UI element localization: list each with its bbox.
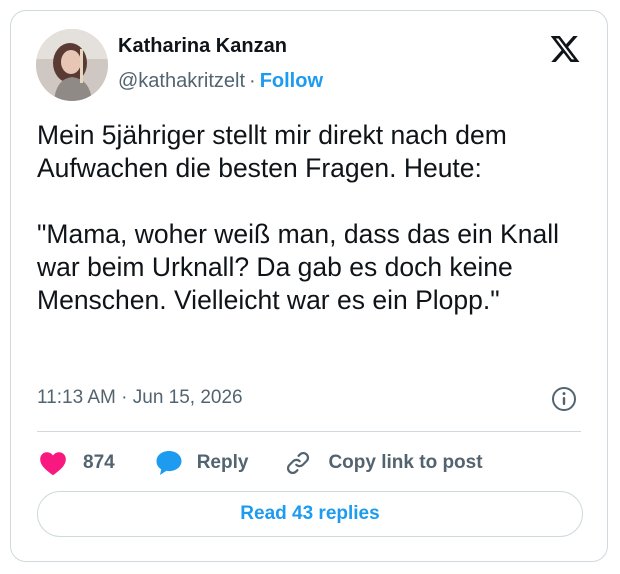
avatar[interactable] xyxy=(36,29,108,101)
like-button[interactable]: 874 xyxy=(39,450,115,476)
avatar-photo xyxy=(36,29,108,101)
tweet-timestamp[interactable]: 11:13 AM · Jun 15, 2026 xyxy=(37,387,243,409)
read-replies-button[interactable]: Read 43 replies xyxy=(37,491,583,537)
copy-link-label: Copy link to post xyxy=(328,452,483,473)
tweet-text: Mein 5jähriger stellt mir direkt nach de… xyxy=(37,120,559,315)
separator-dot: · xyxy=(249,70,256,92)
copy-link-button[interactable]: Copy link to post xyxy=(284,449,483,477)
link-icon xyxy=(284,449,312,477)
author-name[interactable]: Katharina Kanzan xyxy=(118,35,287,58)
info-icon[interactable] xyxy=(551,386,577,412)
follow-button[interactable]: Follow xyxy=(260,70,323,92)
tweet-card: Katharina Kanzan @kathakritzelt · Follow M… xyxy=(10,10,608,562)
heart-icon xyxy=(39,450,67,476)
author-handle[interactable]: @kathakritzelt xyxy=(118,70,245,92)
reply-button[interactable]: Reply xyxy=(155,450,249,476)
reply-label: Reply xyxy=(196,452,249,473)
like-count: 874 xyxy=(83,452,115,473)
author-handle-row: @kathakritzelt · Follow xyxy=(118,70,323,93)
action-bar: 874 Reply Copy link to post xyxy=(39,447,483,479)
x-logo-icon[interactable] xyxy=(549,33,581,65)
divider xyxy=(37,431,581,432)
speech-bubble-icon xyxy=(155,450,183,476)
